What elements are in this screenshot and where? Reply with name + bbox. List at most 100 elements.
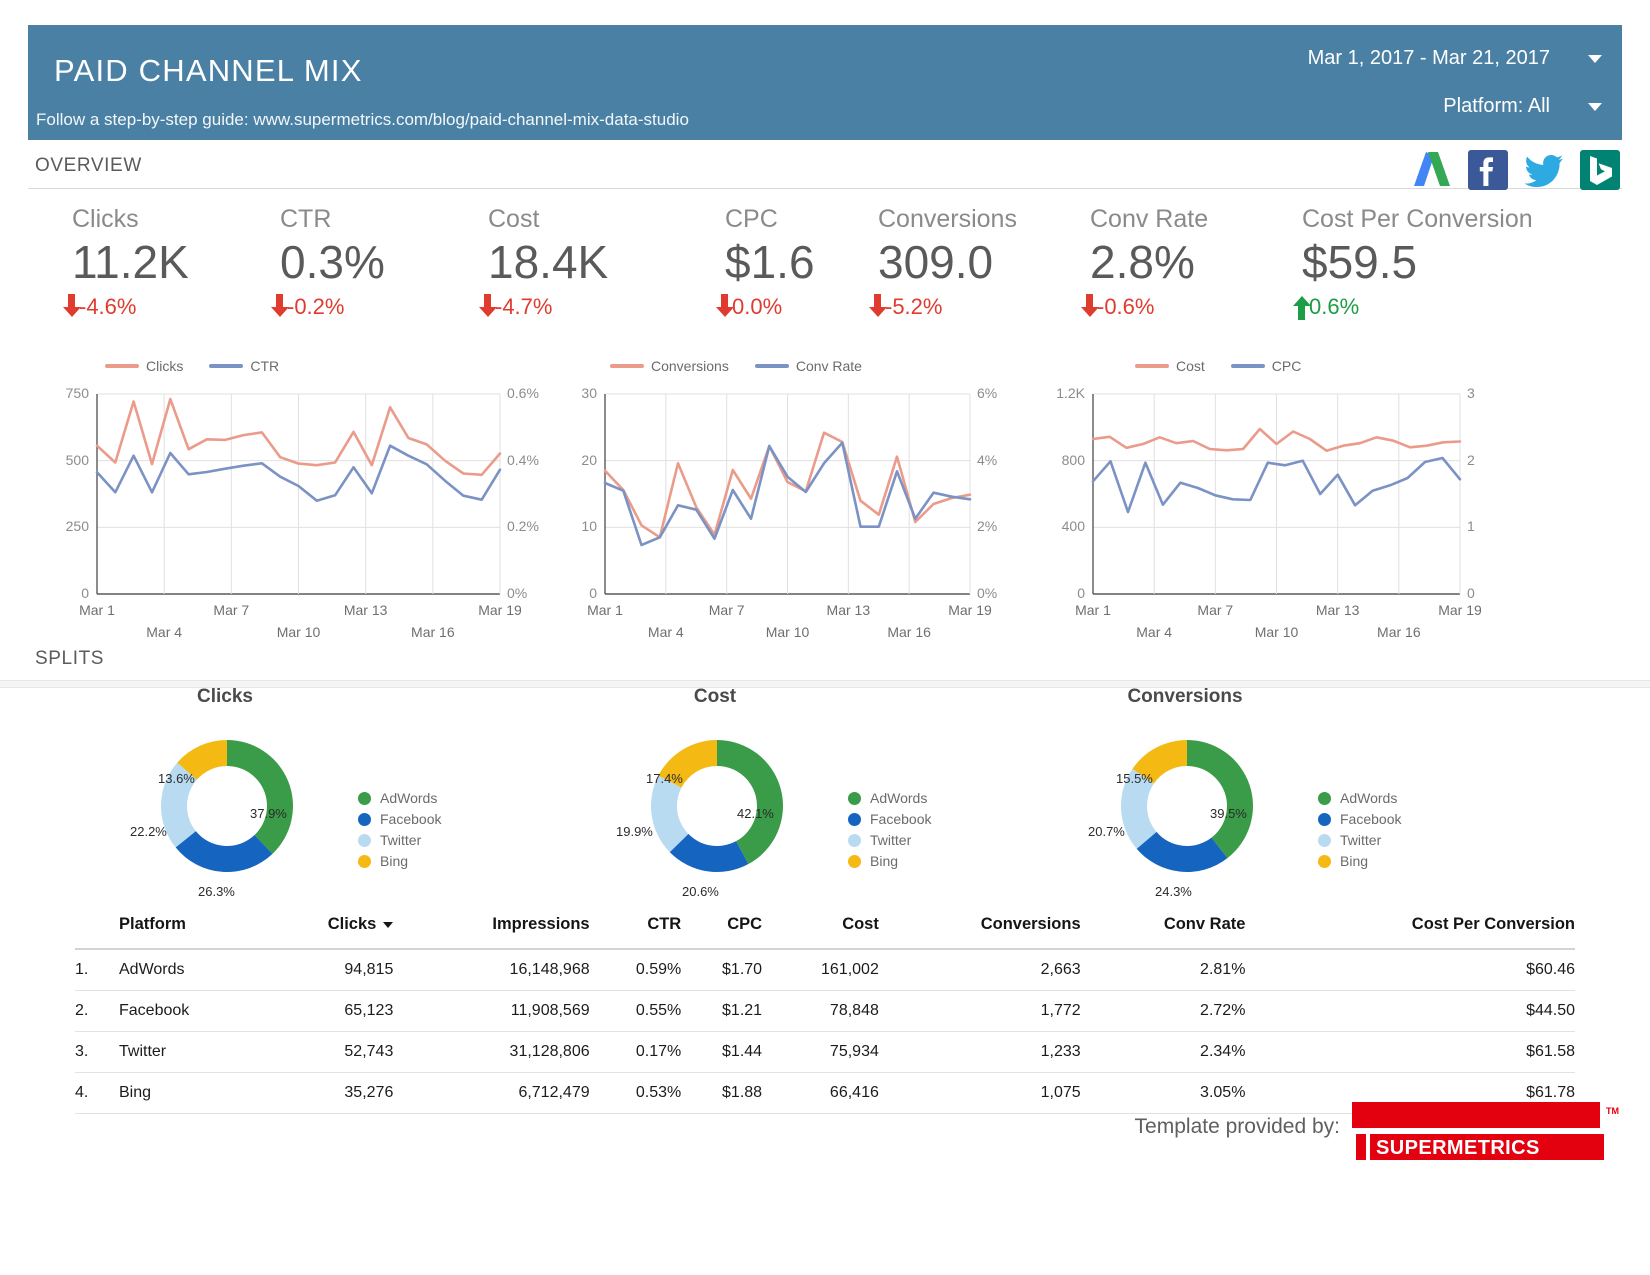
- scorecard-cpc[interactable]: CPC $1.6 0.0%: [725, 205, 815, 320]
- scorecard-conv-rate[interactable]: Conv Rate 2.8% -0.6%: [1090, 205, 1208, 320]
- y-axis-tick-left: 800: [1035, 452, 1085, 468]
- legend-item[interactable]: Twitter: [1318, 830, 1401, 850]
- donut-chart-cost[interactable]: Cost 42.1%20.6%19.9%17.4%AdWordsFacebook…: [600, 686, 1040, 904]
- legend-item[interactable]: Bing: [358, 851, 441, 871]
- donut-segment-label: 17.4%: [646, 771, 683, 786]
- legend-label: Bing: [1340, 853, 1368, 869]
- footer-credit-text: Template provided by:: [1135, 1115, 1340, 1139]
- overview-divider: [28, 188, 1622, 189]
- table-cell-platform: AdWords: [119, 949, 261, 991]
- scorecard-value: 309.0: [878, 238, 1017, 286]
- platform-icons: [1410, 148, 1622, 192]
- y-axis-tick-right: 2: [1467, 452, 1475, 468]
- donut-segment-label: 19.9%: [616, 824, 653, 839]
- table-header-conv-rate[interactable]: Conv Rate: [1081, 905, 1246, 949]
- table-row[interactable]: 3.Twitter52,74331,128,8060.17%$1.4475,93…: [75, 1032, 1575, 1073]
- scorecard-value: 2.8%: [1090, 238, 1208, 286]
- table-cell-index: 2.: [75, 991, 119, 1032]
- donut-segment[interactable]: [227, 740, 293, 854]
- scorecard-clicks[interactable]: Clicks 11.2K -4.6%: [72, 205, 189, 320]
- donut-segment-label: 15.5%: [1116, 771, 1153, 786]
- x-axis-tick: Mar 1: [71, 602, 123, 618]
- legend-item[interactable]: Facebook: [848, 809, 931, 829]
- table-cell-impressions: 16,148,968: [393, 949, 589, 991]
- legend-swatch: [209, 364, 243, 368]
- table-header-ctr[interactable]: CTR: [590, 905, 682, 949]
- x-axis-tick: Mar 16: [1373, 624, 1425, 640]
- timeseries-chart-cost-cpc[interactable]: Cost CPC 1.2K80040003210Mar 1Mar 4Mar 7M…: [1035, 358, 1515, 648]
- table-row[interactable]: 1.AdWords94,81516,148,9680.59%$1.70161,0…: [75, 949, 1575, 991]
- timeseries-chart-clicks-ctr[interactable]: Clicks CTR 75050025000.6%0.4%0.2%0%Mar 1…: [45, 358, 550, 648]
- platform-filter-selector[interactable]: Platform: All: [1443, 95, 1602, 118]
- legend-item[interactable]: Facebook: [1318, 809, 1401, 829]
- chart-plot-area: 75050025000.6%0.4%0.2%0%Mar 1Mar 4Mar 7M…: [45, 382, 550, 672]
- scorecard-delta: -4.6%: [72, 294, 189, 320]
- legend-item[interactable]: Twitter: [848, 830, 931, 850]
- table-row[interactable]: 2.Facebook65,12311,908,5690.55%$1.2178,8…: [75, 991, 1575, 1032]
- donut-chart-conversions[interactable]: Conversions 39.5%24.3%20.7%15.5%AdWordsF…: [1070, 686, 1510, 904]
- donut-title: Clicks: [110, 686, 340, 708]
- legend-label: Twitter: [1340, 832, 1381, 848]
- legend-label: Twitter: [380, 832, 421, 848]
- x-axis-tick: Mar 19: [1434, 602, 1486, 618]
- date-range-selector[interactable]: Mar 1, 2017 - Mar 21, 2017: [1308, 47, 1602, 70]
- table-header-cost[interactable]: Cost: [762, 905, 879, 949]
- table-header-cost-per-conversion[interactable]: Cost Per Conversion: [1245, 905, 1575, 949]
- platform-breakdown-table[interactable]: Platform Clicks Impressions CTR CPC Cost…: [75, 905, 1575, 1114]
- scorecard-delta: -5.2%: [878, 294, 1017, 320]
- table-cell-impressions: 11,908,569: [393, 991, 589, 1032]
- table-cell-ctr: 0.17%: [590, 1032, 682, 1073]
- donut-chart-clicks[interactable]: Clicks 37.9%26.3%22.2%13.6%AdWordsFacebo…: [110, 686, 550, 904]
- legend-label: Facebook: [1340, 811, 1401, 827]
- donut-segment-label: 39.5%: [1210, 806, 1247, 821]
- y-axis-tick-right: 0: [1467, 585, 1475, 601]
- scorecards-row: Clicks 11.2K -4.6% CTR 0.3% -0.2% Cost 1…: [60, 205, 1590, 345]
- scorecard-delta: -4.7%: [488, 294, 608, 320]
- scorecard-ctr[interactable]: CTR 0.3% -0.2%: [280, 205, 385, 320]
- donut-plot-area: 37.9%26.3%22.2%13.6%AdWordsFacebookTwitt…: [110, 714, 550, 904]
- dashboard-header: PAID CHANNEL MIX Follow a step-by-step g…: [28, 25, 1622, 140]
- scorecard-cost[interactable]: Cost 18.4K -4.7%: [488, 205, 608, 320]
- legend-item[interactable]: Bing: [1318, 851, 1401, 871]
- table-header-row: Platform Clicks Impressions CTR CPC Cost…: [75, 905, 1575, 949]
- scorecard-delta-text: 0.6%: [1309, 294, 1359, 320]
- donut-segment[interactable]: [1187, 740, 1253, 858]
- chart-plot-area: 1.2K80040003210Mar 1Mar 4Mar 7Mar 10Mar …: [1035, 382, 1515, 672]
- table-cell-conversions: 1,772: [879, 991, 1081, 1032]
- table-cell-conv-rate: 2.72%: [1081, 991, 1246, 1032]
- table-header-cpc[interactable]: CPC: [681, 905, 762, 949]
- y-axis-tick-left: 10: [565, 518, 597, 534]
- legend-item[interactable]: Twitter: [358, 830, 441, 850]
- donut-segment-label: 42.1%: [737, 806, 774, 821]
- x-axis-tick: Mar 10: [273, 624, 325, 640]
- legend-item: CPC: [1231, 358, 1302, 374]
- table-header-impressions[interactable]: Impressions: [393, 905, 589, 949]
- x-axis-tick: Mar 1: [1067, 602, 1119, 618]
- scorecard-delta: -0.2%: [280, 294, 385, 320]
- scorecard-cost-per-conversion[interactable]: Cost Per Conversion $59.5 0.6%: [1302, 205, 1533, 320]
- legend-label: CPC: [1272, 358, 1302, 374]
- legend-item[interactable]: AdWords: [358, 788, 441, 808]
- legend-item[interactable]: Bing: [848, 851, 931, 871]
- legend-label: Conversions: [651, 358, 729, 374]
- timeseries-chart-conversions-convrate[interactable]: Conversions Conv Rate 30201006%4%2%0%Mar…: [565, 358, 1020, 648]
- table-header-platform[interactable]: Platform: [119, 905, 261, 949]
- legend-item[interactable]: AdWords: [1318, 788, 1401, 808]
- table-cell-index: 3.: [75, 1032, 119, 1073]
- table-cell-impressions: 6,712,479: [393, 1073, 589, 1114]
- scorecard-conversions[interactable]: Conversions 309.0 -5.2%: [878, 205, 1017, 320]
- adwords-icon: [1410, 148, 1454, 192]
- y-axis-tick-right: 0%: [507, 585, 527, 601]
- y-axis-tick-right: 1: [1467, 518, 1475, 534]
- table-cell-platform: Facebook: [119, 991, 261, 1032]
- table-header-conversions[interactable]: Conversions: [879, 905, 1081, 949]
- donut-svg: [600, 714, 1040, 899]
- table-cell-conversions: 1,233: [879, 1032, 1081, 1073]
- legend-item[interactable]: Facebook: [358, 809, 441, 829]
- table-header-clicks[interactable]: Clicks: [261, 905, 393, 949]
- table-row[interactable]: 4.Bing35,2766,712,4790.53%$1.8866,4161,0…: [75, 1073, 1575, 1114]
- scorecard-value: 18.4K: [488, 238, 608, 286]
- y-axis-tick-right: 0.6%: [507, 385, 539, 401]
- table-cell-cpc: $1.44: [681, 1032, 762, 1073]
- legend-item[interactable]: AdWords: [848, 788, 931, 808]
